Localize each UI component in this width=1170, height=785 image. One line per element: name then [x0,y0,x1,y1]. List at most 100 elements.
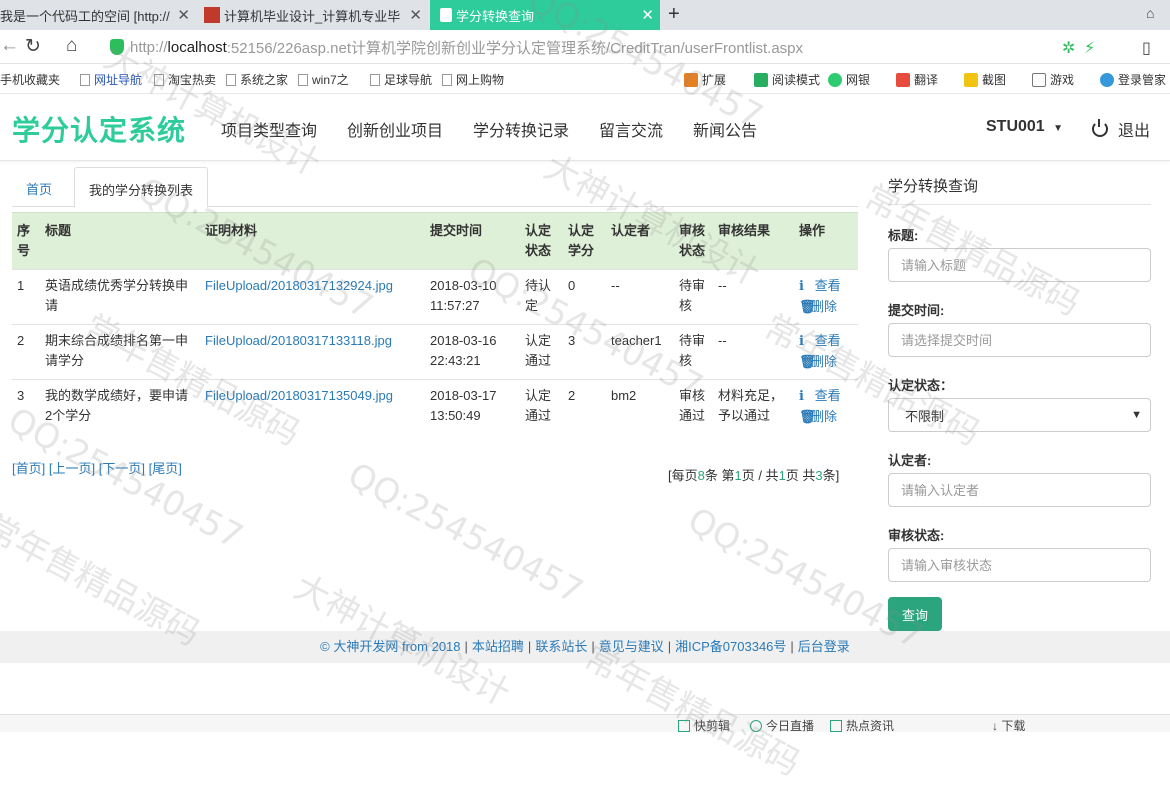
logout-button[interactable]: 退出 [1092,117,1150,141]
cell-status: 待认定 [520,269,563,325]
column-header: 认定者 [606,212,674,270]
nav-credit-conversion[interactable]: 学分转换记录 [473,117,569,141]
submit-time-input[interactable] [888,323,1151,357]
cell-actions: i 查看 🗑删除 [794,269,858,325]
lightning-icon[interactable]: ⚡ [1084,38,1095,58]
page-icon [226,73,236,86]
column-header: 审核结果 [713,212,794,270]
last-page-link[interactable]: [尾页] [149,461,182,476]
tab-home[interactable]: 首页 [12,167,66,207]
url-field[interactable]: http://localhost:52156/226asp.net计算机学院创新… [110,35,1100,59]
games-button[interactable]: 游戏 [1032,71,1074,88]
browser-tab[interactable]: 我是一个代码工的空间 [http://2 ✕ [0,0,196,30]
bookmark-item[interactable]: 足球导航 [370,71,432,88]
bookmark-item[interactable]: 系统之家 [226,71,288,88]
nav-messages[interactable]: 留言交流 [599,117,663,141]
nav-project-types[interactable]: 项目类型查询 [221,117,317,141]
prev-page-link[interactable]: [上一页] [49,461,95,476]
home-icon[interactable]: ⌂ [66,35,77,57]
column-header: 认定状态 [520,212,563,270]
cell-title: 英语成绩优秀学分转换申请 [40,269,200,325]
reload-icon[interactable]: ↻ [25,35,41,58]
close-icon[interactable]: ✕ [409,6,422,24]
site-footer: © 大神开发网 from 2018 | 本站招聘 | 联系站长 | 意见与建议 | 湘ICP备0… [0,631,1170,663]
nav-innovation-projects[interactable]: 创新创业项目 [347,117,443,141]
cell-status: 认定通过 [520,324,563,380]
close-icon[interactable]: ✕ [641,6,654,24]
bookmark-item[interactable]: win7之 [298,71,349,88]
username: STU001 [986,118,1045,135]
more-icon[interactable]: ▯ [1142,38,1151,58]
new-tab-icon[interactable]: + [668,3,680,26]
footer-icp-link[interactable]: 湘ICP备0703346号 [675,639,786,654]
cell-time: 2018-03-10 11:57:27 [425,269,520,325]
reading-mode-button[interactable]: 阅读模式 [754,71,820,88]
cell-file-link[interactable]: FileUpload/20180317132924.jpg [200,269,425,325]
site-logo[interactable]: 学分认定系统 [12,109,186,149]
bookmark-item[interactable]: 网址导航 [80,71,142,88]
cell-actions: i 查看 🗑删除 [794,379,858,434]
bookmark-item[interactable]: 淘宝热卖 [154,71,216,88]
footer-feedback-link[interactable]: 意见与建议 [599,639,664,654]
delete-button[interactable]: 🗑删除 [799,297,853,318]
play-icon [750,720,762,732]
status-select[interactable]: 不限制 ▼ [888,398,1151,432]
live-button[interactable]: 今日直播 [750,717,814,734]
user-menu[interactable]: STU001 ▼ [986,118,1063,136]
footer-jobs-link[interactable]: 本站招聘 [472,639,524,654]
scissors-icon [964,72,978,87]
hot-news-button[interactable]: 热点资讯 [830,717,894,734]
extensions-button[interactable]: 扩展 [684,71,726,88]
view-button[interactable]: i 查看 [799,331,853,352]
cell-review-result: -- [713,324,794,380]
bookmark-item[interactable]: 手机收藏夹 [0,71,60,88]
downloads-button[interactable]: ↓ 下载 [992,717,1025,734]
view-button[interactable]: i 查看 [799,386,853,407]
review-status-input[interactable] [888,548,1151,582]
review-status-label: 审核状态: [888,528,945,543]
info-icon: i [799,279,804,294]
gamepad-icon [1032,72,1046,87]
delete-button[interactable]: 🗑删除 [799,407,853,428]
view-button[interactable]: i 查看 [799,276,853,297]
bookmark-item[interactable]: 网上购物 [442,71,504,88]
nav-news[interactable]: 新闻公告 [693,117,757,141]
cell-no: 3 [12,379,40,434]
screenshot-button[interactable]: 截图 [964,71,1006,88]
tab-title: 学分转换查询 [456,8,535,24]
content-tabs: 首页 我的学分转换列表 [12,167,858,208]
credit-conversion-table: 序号 标题 证明材料 提交时间 认定状态 认定学分 认定者 审核状态 审核结果 … [12,212,858,434]
query-button[interactable]: 查询 [888,597,942,631]
tab-title: 我是一个代码工的空间 [http://2 [0,8,170,24]
cell-credit: 3 [563,324,606,380]
next-page-link[interactable]: [下一页] [99,461,145,476]
url-scheme: http:// [130,38,168,56]
first-page-link[interactable]: [首页] [12,461,45,476]
footer-admin-login-link[interactable]: 后台登录 [798,639,850,654]
key-icon [1100,72,1114,87]
tab-my-credit-list[interactable]: 我的学分转换列表 [74,167,209,208]
back-icon[interactable]: ← [0,35,19,57]
footer-contact-link[interactable]: 联系站长 [535,639,587,654]
info-icon: i [799,334,804,349]
quick-clip-button[interactable]: 快剪辑 [678,717,730,734]
cell-file-link[interactable]: FileUpload/20180317133118.jpg [200,324,425,380]
status-select-value: 不限制 [905,408,945,424]
caret-down-icon: ▼ [1131,409,1142,421]
cell-file-link[interactable]: FileUpload/20180317135049.jpg [200,379,425,434]
submit-time-label: 提交时间: [888,303,945,318]
login-manager-button[interactable]: 登录管家 [1100,71,1166,88]
browser-tab[interactable]: 计算机毕业设计_计算机专业毕业 ✕ [204,0,428,30]
title-input[interactable] [888,248,1151,282]
tab-menu-icon[interactable]: ⌂ [1146,5,1154,21]
download-icon: ↓ [992,719,998,733]
assessor-input[interactable] [888,473,1151,507]
browser-tab-active[interactable]: 学分转换查询 ✕ [430,0,660,30]
footer-copyright-link[interactable]: © 大神开发网 from 2018 [320,639,460,654]
close-icon[interactable]: ✕ [177,6,190,24]
translate-button[interactable]: 翻译 [896,71,938,88]
speed-icon[interactable]: ✲ [1062,38,1075,58]
bank-button[interactable]: 网银 [828,71,870,88]
delete-button[interactable]: 🗑删除 [799,352,853,373]
trash-icon: 🗑 [799,355,816,370]
